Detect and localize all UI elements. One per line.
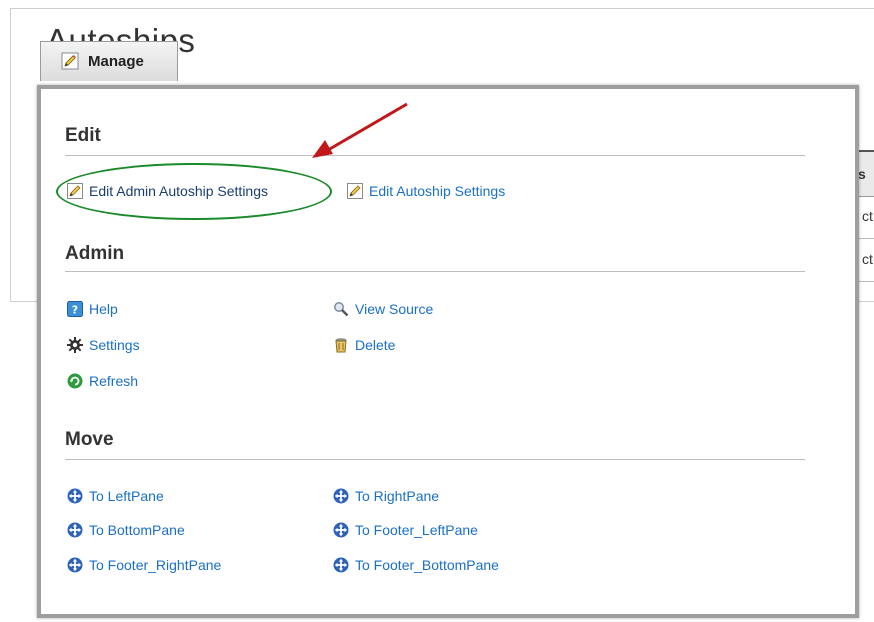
- gear-icon: [67, 337, 83, 353]
- move-arrows-icon: [333, 488, 349, 504]
- link-label: To Footer_RightPane: [89, 557, 222, 573]
- link-label: Settings: [89, 337, 140, 353]
- section-title-admin: Admin: [65, 243, 125, 264]
- pencil-icon: [347, 183, 363, 199]
- link-label: To Footer_LeftPane: [355, 522, 478, 538]
- refresh-link[interactable]: Refresh: [67, 371, 138, 391]
- delete-link[interactable]: Delete: [333, 335, 395, 355]
- link-label: View Source: [355, 301, 434, 317]
- link-label: To BottomPane: [89, 522, 185, 538]
- link-label: Help: [89, 301, 118, 317]
- table-cell-fragment: ct: [862, 251, 873, 267]
- link-label: To RightPane: [355, 488, 440, 504]
- table-header-fragment: s: [858, 166, 866, 182]
- section-divider: [65, 271, 805, 272]
- section-divider: [65, 459, 805, 460]
- svg-text:?: ?: [72, 304, 78, 317]
- link-label: To Footer_BottomPane: [355, 557, 499, 573]
- trash-icon: [333, 337, 349, 353]
- move-to-bottompane-link[interactable]: To BottomPane: [67, 520, 185, 540]
- move-arrows-icon: [67, 557, 83, 573]
- manage-button[interactable]: Manage: [40, 41, 178, 81]
- link-label: Refresh: [89, 373, 139, 389]
- move-arrows-icon: [67, 522, 83, 538]
- move-to-footer-leftpane-link[interactable]: To Footer_LeftPane: [333, 520, 478, 540]
- link-label: To LeftPane: [89, 488, 164, 504]
- move-to-footer-rightpane-link[interactable]: To Footer_RightPane: [67, 555, 221, 575]
- manage-label: Manage: [88, 53, 144, 70]
- edit-admin-autoship-settings-link[interactable]: Edit Admin Autoship Settings: [67, 181, 268, 201]
- move-arrows-icon: [333, 557, 349, 573]
- pencil-icon: [61, 52, 79, 75]
- move-arrows-icon: [67, 488, 83, 504]
- move-to-rightpane-link[interactable]: To RightPane: [333, 486, 439, 506]
- section-divider: [65, 155, 805, 156]
- magnifier-icon: [333, 301, 349, 317]
- pencil-icon: [67, 183, 83, 199]
- link-label: Delete: [355, 337, 396, 353]
- move-to-leftpane-link[interactable]: To LeftPane: [67, 486, 164, 506]
- link-label: Edit Admin Autoship Settings: [89, 183, 268, 199]
- refresh-icon: [67, 373, 83, 389]
- help-link[interactable]: ? Help: [67, 299, 118, 319]
- manage-menu-panel: Edit Edit Admin Autoship Settings Edit A…: [37, 85, 859, 618]
- settings-link[interactable]: Settings: [67, 335, 140, 355]
- move-to-footer-bottompane-link[interactable]: To Footer_BottomPane: [333, 555, 499, 575]
- section-title-move: Move: [65, 429, 114, 450]
- edit-autoship-settings-link[interactable]: Edit Autoship Settings: [347, 181, 505, 201]
- section-title-edit: Edit: [65, 125, 101, 146]
- view-source-link[interactable]: View Source: [333, 299, 433, 319]
- help-icon: ?: [67, 301, 83, 317]
- move-arrows-icon: [333, 522, 349, 538]
- link-label: Edit Autoship Settings: [369, 183, 506, 199]
- table-cell-fragment: ct: [862, 208, 873, 224]
